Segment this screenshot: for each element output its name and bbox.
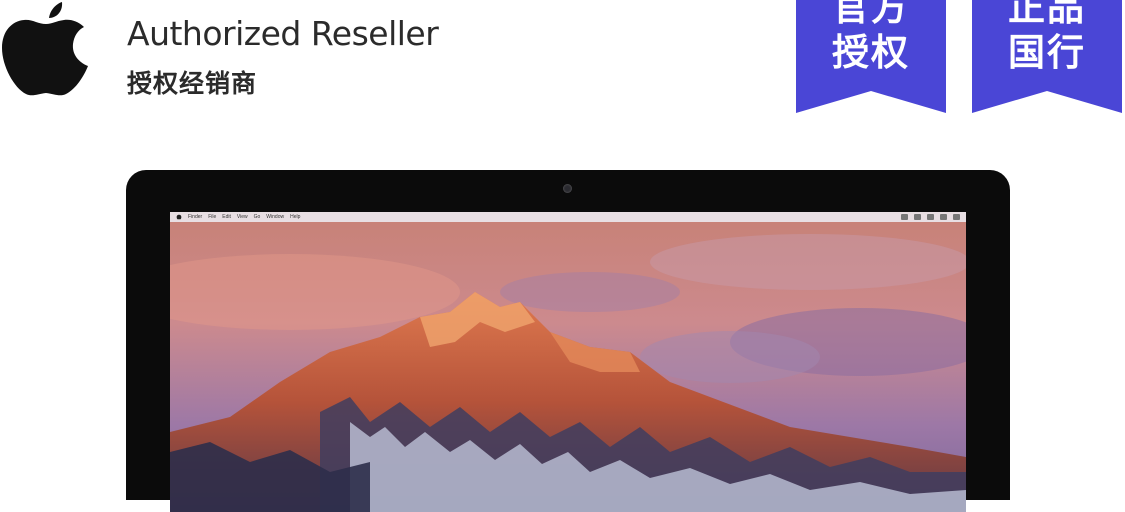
authorized-reseller-title: Authorized Reseller xyxy=(127,14,439,53)
status-icon xyxy=(914,214,921,220)
status-icon xyxy=(953,214,960,220)
menu-item-view: View xyxy=(236,214,248,220)
imac-product-image: Finder File Edit View Go Window Help xyxy=(126,170,1010,512)
apple-menu-icon xyxy=(176,214,182,220)
menu-bar-status-icons xyxy=(901,214,960,220)
badge-line-2: 授权 xyxy=(832,31,910,74)
sierra-wallpaper xyxy=(170,222,966,512)
menu-item-file: File xyxy=(208,214,217,220)
menu-item-go: Go xyxy=(253,214,261,220)
status-icon xyxy=(927,214,934,220)
menu-item-finder: Finder xyxy=(188,214,203,220)
authorized-reseller-subtitle: 授权经销商 xyxy=(127,69,258,98)
badge-line-1: 官方 xyxy=(832,0,910,29)
camera-icon xyxy=(563,184,572,193)
badge-line-1: 正品 xyxy=(1008,0,1086,29)
genuine-national-badge: 正品 国行 xyxy=(972,0,1122,115)
menu-item-window: Window xyxy=(266,214,285,220)
menu-item-help: Help xyxy=(290,214,301,220)
status-icon xyxy=(901,214,908,220)
apple-logo-icon xyxy=(2,2,88,96)
badge-line-2: 国行 xyxy=(1008,31,1086,74)
menu-item-edit: Edit xyxy=(222,214,231,220)
official-authorization-badge: 官方 授权 xyxy=(796,0,946,115)
imac-screen: Finder File Edit View Go Window Help xyxy=(170,212,966,512)
status-icon xyxy=(940,214,947,220)
